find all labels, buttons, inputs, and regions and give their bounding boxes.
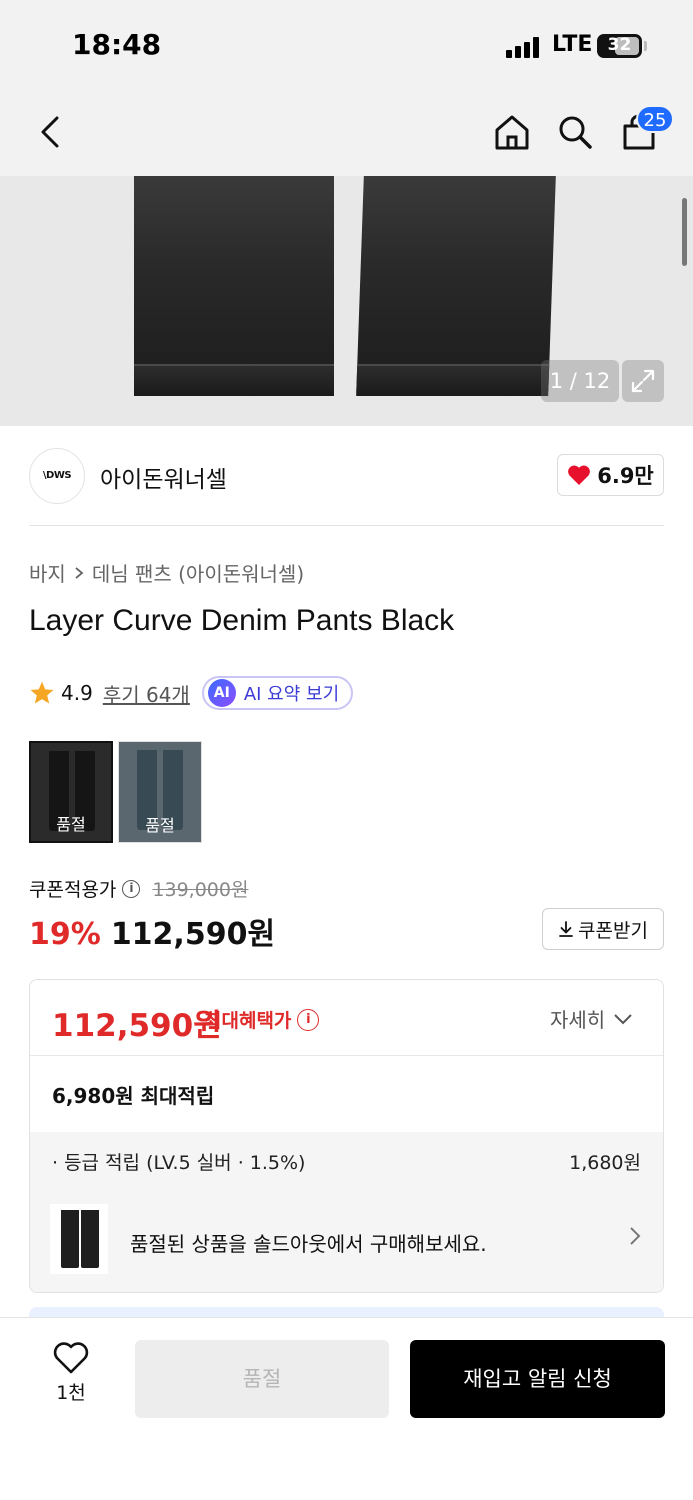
battery-tip [644,41,647,51]
product-title: Layer Curve Denim Pants Black [29,604,455,637]
chevron-right-icon [75,566,84,579]
ai-summary-button[interactable]: AI AI 요약 보기 [201,676,354,710]
battery-icon: 32 [597,34,642,58]
chevron-left-icon [41,116,59,148]
price-row: 19% 112,590원 [29,909,275,953]
soldout-button: 품절 [135,1340,389,1418]
status-time: 18:48 [72,28,162,61]
expand-image-button[interactable] [622,360,664,402]
max-benefit-card: 112,590원 최대혜택가 i 자세히 6,980원 최대적립 · 등급 적립… [29,979,664,1293]
max-benefit-label-text: 최대혜택가 [204,1010,292,1032]
signal-icon [506,36,544,58]
image-counter: 1 / 12 [541,360,619,402]
banner-product-thumbnail [50,1204,108,1274]
ai-summary-label: AI 요약 보기 [243,684,340,705]
ai-badge-icon: AI [207,679,236,707]
max-benefit-header[interactable]: 112,590원 최대혜택가 i 자세히 [30,980,663,1056]
grade-points-label: · 등급 적립 (LV.5 실버 · 1.5%) [52,1152,306,1174]
brand-logo[interactable]: \DWS [29,448,85,504]
soldout-shop-banner[interactable]: 품절된 상품을 솔드아웃에서 구매해보세요. [30,1188,663,1292]
app-header [0,90,693,176]
wishlist-button[interactable]: 1천 [40,1342,102,1422]
heart-filled-icon [568,465,591,485]
brand-like-button[interactable]: 6.9만 [557,454,664,496]
breadcrumb: 바지 데님 팬츠 (아이돈워너셀) [29,558,304,587]
rating-value: 4.9 [61,681,93,705]
review-count-link[interactable]: 후기 64개 [103,679,190,708]
wishlist-count: 1천 [56,1382,86,1404]
home-button[interactable] [488,108,536,156]
info-icon[interactable]: i [297,1008,320,1031]
coupon-price-row: 쿠폰적용가 i 139,000원 [29,875,248,902]
battery-level-text: 32 [607,35,632,55]
grade-points-value: 1,680원 [569,1152,641,1174]
banner-text: 품절된 상품을 솔드아웃에서 구매해보세요. [130,1232,487,1256]
expand-icon [631,369,655,393]
search-button[interactable] [551,108,599,156]
home-icon [495,115,529,150]
product-image-left-leg [134,176,334,396]
rating-row: 4.9 후기 64개 AI AI 요약 보기 [29,676,354,710]
chevron-right-icon [630,1227,641,1245]
product-image-right-leg [356,176,556,396]
brand-name[interactable]: 아이돈워너셀 [100,460,227,494]
breadcrumb-subcategory[interactable]: 데님 팬츠 (아이돈워너셀) [92,558,304,587]
cart-count-badge: 25 [636,105,674,133]
star-icon [30,681,54,704]
color-option-black[interactable]: 품절 [29,741,113,843]
soldout-label: 품절 [56,815,86,834]
bottom-action-bar: 1천 품절 재입고 알림 신청 [0,1317,693,1500]
discount-rate: 19% [29,917,101,952]
brand-like-count: 6.9만 [597,464,654,488]
grade-points-row: · 등급 적립 (LV.5 실버 · 1.5%) 1,680원 [30,1132,663,1188]
chevron-down-icon [614,1013,632,1024]
max-points-line: 6,980원 최대적립 [52,1084,215,1108]
details-toggle[interactable]: 자세히 [550,1004,633,1033]
info-icon[interactable]: i [122,879,141,898]
coupon-price-label: 쿠폰적용가 [29,879,117,901]
search-icon [559,116,592,149]
color-option-blue[interactable]: 품절 [118,741,202,843]
download-coupon-button[interactable]: 쿠폰받기 [542,908,664,950]
breadcrumb-category[interactable]: 바지 [29,558,66,587]
details-toggle-label: 자세히 [550,1008,606,1032]
back-button[interactable] [26,108,74,156]
soldout-label: 품절 [145,816,175,835]
download-icon [559,921,573,937]
divider [29,525,664,526]
status-bar: 18:48 LTE 32 [0,0,693,90]
original-price: 139,000원 [152,879,249,901]
download-coupon-label: 쿠폰받기 [578,919,648,942]
heart-outline-icon [53,1342,89,1374]
restock-alert-button[interactable]: 재입고 알림 신청 [410,1340,665,1418]
max-benefit-price: 112,590원 [52,1008,222,1044]
scroll-indicator [682,198,687,266]
max-benefit-label: 최대혜택가 i [204,1006,320,1033]
sale-price: 112,590원 [110,917,276,952]
network-label: LTE [552,32,593,57]
